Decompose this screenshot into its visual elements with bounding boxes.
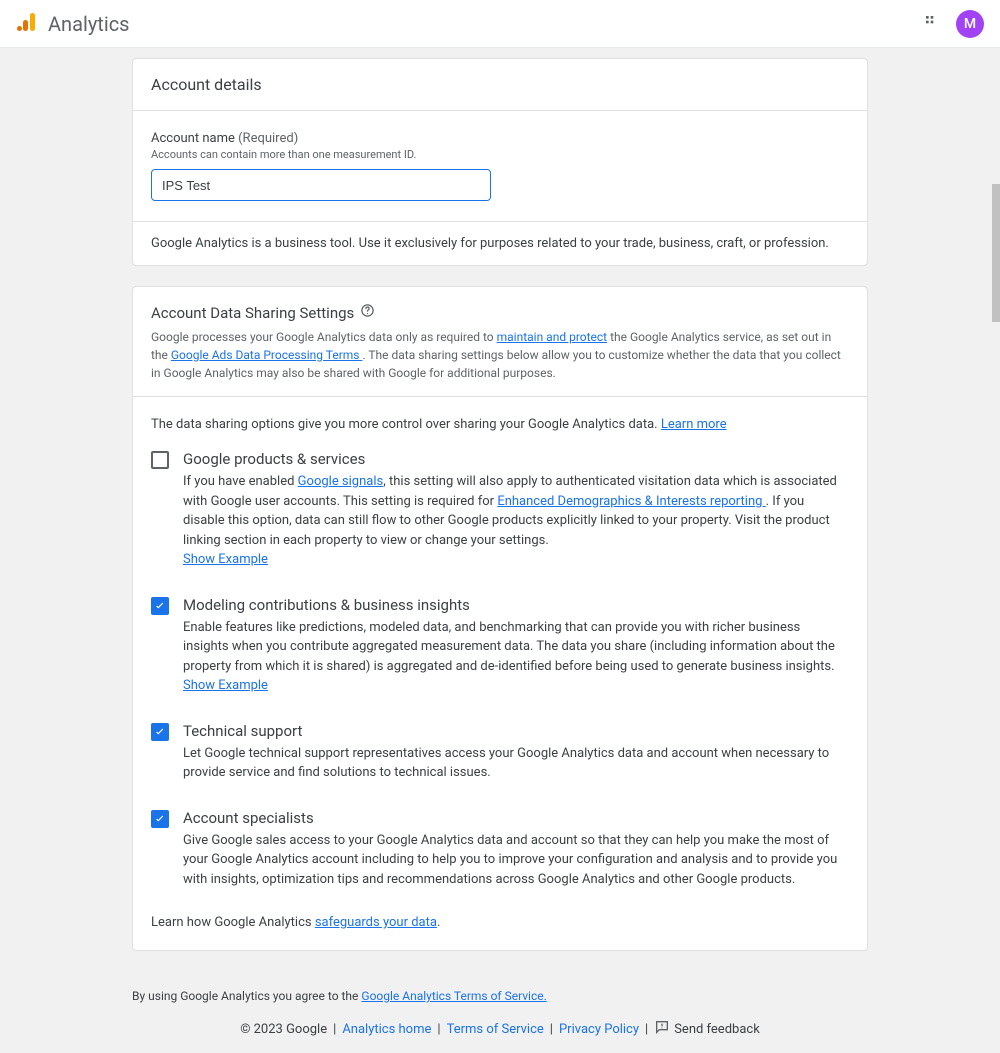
apps-grid-icon[interactable]	[924, 14, 940, 34]
data-sharing-card: Account Data Sharing Settings Google pro…	[132, 286, 868, 951]
data-sharing-title: Account Data Sharing Settings	[151, 304, 354, 322]
opt-google-products-desc: If you have enabled Google signals, this…	[183, 472, 849, 570]
business-tool-note: Google Analytics is a business tool. Use…	[133, 221, 867, 265]
footer-tos-link[interactable]: Terms of Service	[447, 1022, 544, 1037]
app-header: Analytics M	[0, 0, 1000, 48]
scrollbar-thumb[interactable]	[992, 184, 1000, 322]
opt-google-products-title: Google products & services	[183, 450, 849, 468]
footer: © 2023 Google | Analytics home | Terms o…	[132, 1011, 868, 1053]
opt-modeling-checkbox[interactable]	[151, 597, 169, 615]
opt-modeling-desc: Enable features like predictions, modele…	[183, 618, 849, 696]
google-signals-link[interactable]: Google signals	[298, 474, 384, 489]
avatar-initial: M	[964, 16, 976, 32]
maintain-protect-link[interactable]: maintain and protect	[497, 330, 608, 344]
account-name-input[interactable]	[151, 169, 491, 201]
learn-more-link[interactable]: Learn more	[661, 417, 727, 432]
ga-tos-link[interactable]: Google Analytics Terms of Service.	[361, 989, 546, 1003]
opt-google-products: Google products & services If you have e…	[151, 450, 849, 570]
page-body: Account details Account name (Required) …	[0, 48, 1000, 1053]
opt-modeling-title: Modeling contributions & business insigh…	[183, 596, 849, 614]
agree-terms-line: By using Google Analytics you agree to t…	[132, 971, 868, 1011]
product-name: Analytics	[48, 12, 130, 36]
account-details-title: Account details	[133, 59, 867, 111]
opt-tech-support-title: Technical support	[183, 722, 849, 740]
analytics-logo-icon	[16, 10, 40, 38]
demographics-reporting-link[interactable]: Enhanced Demographics & Interests report…	[497, 494, 765, 509]
send-feedback-button[interactable]: Send feedback	[654, 1019, 760, 1039]
account-name-help: Accounts can contain more than one measu…	[151, 148, 849, 161]
header-left: Analytics	[16, 10, 130, 38]
account-details-card: Account details Account name (Required) …	[132, 58, 868, 266]
account-name-label: Account name (Required)	[151, 131, 849, 146]
opt-account-specialists: Account specialists Give Google sales ac…	[151, 809, 849, 890]
opt-modeling-show-example[interactable]: Show Example	[183, 678, 268, 693]
footer-analytics-home-link[interactable]: Analytics home	[342, 1022, 431, 1037]
opt-modeling: Modeling contributions & business insigh…	[151, 596, 849, 696]
opt-tech-support-desc: Let Google technical support representat…	[183, 744, 849, 783]
header-right: M	[924, 10, 984, 38]
feedback-icon	[654, 1019, 670, 1039]
safeguard-line: Learn how Google Analytics safeguards yo…	[151, 915, 849, 930]
options-intro: The data sharing options give you more c…	[151, 417, 849, 432]
footer-privacy-link[interactable]: Privacy Policy	[559, 1022, 639, 1037]
opt-tech-support-checkbox[interactable]	[151, 723, 169, 741]
avatar[interactable]: M	[956, 10, 984, 38]
safeguards-link[interactable]: safeguards your data	[315, 915, 437, 930]
data-processing-terms-link[interactable]: Google Ads Data Processing Terms	[171, 348, 363, 362]
send-feedback-label: Send feedback	[674, 1022, 760, 1037]
opt-account-specialists-title: Account specialists	[183, 809, 849, 827]
opt-google-products-show-example[interactable]: Show Example	[183, 552, 268, 567]
footer-copyright: © 2023 Google	[240, 1022, 327, 1037]
data-sharing-intro: Google processes your Google Analytics d…	[151, 328, 849, 382]
opt-tech-support: Technical support Let Google technical s…	[151, 722, 849, 783]
opt-account-specialists-checkbox[interactable]	[151, 810, 169, 828]
opt-account-specialists-desc: Give Google sales access to your Google …	[183, 831, 849, 890]
help-circle-icon[interactable]	[360, 303, 375, 322]
opt-google-products-checkbox[interactable]	[151, 451, 169, 469]
